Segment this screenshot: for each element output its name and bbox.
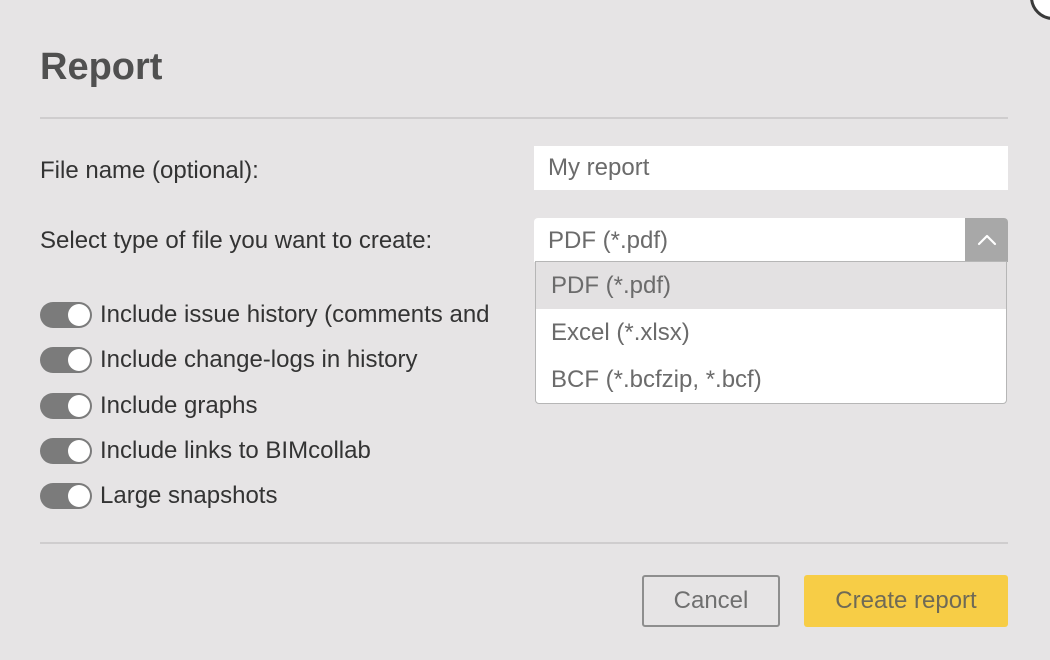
change-logs-toggle[interactable] [40,347,92,373]
toggle-row-large-snapshots: Large snapshots [40,482,277,510]
graphs-toggle[interactable] [40,393,92,419]
file-type-dropdown-list: PDF (*.pdf) Excel (*.xlsx) BCF (*.bcfzip… [535,261,1007,404]
close-button[interactable] [1030,0,1050,20]
issue-history-toggle[interactable] [40,302,92,328]
file-type-select[interactable]: PDF (*.pdf) [534,218,1008,262]
toggle-knob [68,440,90,462]
change-logs-label: Include change-logs in history [100,346,418,373]
file-name-label: File name (optional): [40,157,259,184]
toggle-row-bimcollab-links: Include links to BIMcollab [40,437,371,465]
bimcollab-links-toggle[interactable] [40,438,92,464]
toggle-knob [68,304,90,326]
dialog-title: Report [40,46,163,88]
create-report-button[interactable]: Create report [804,575,1008,627]
footer-divider [40,542,1008,544]
file-type-option-pdf[interactable]: PDF (*.pdf) [536,262,1006,309]
toggle-knob [68,485,90,507]
file-type-option-bcf[interactable]: BCF (*.bcfzip, *.bcf) [536,356,1006,403]
file-type-option-excel[interactable]: Excel (*.xlsx) [536,309,1006,356]
large-snapshots-toggle[interactable] [40,483,92,509]
chevron-up-icon [977,234,996,246]
toggle-row-graphs: Include graphs [40,392,257,420]
large-snapshots-label: Large snapshots [100,482,278,509]
dropdown-toggle-button[interactable] [965,218,1008,262]
file-type-selected-value: PDF (*.pdf) [548,227,669,254]
toggle-knob [68,395,90,417]
toggle-knob [68,349,90,371]
toggle-row-change-logs: Include change-logs in history [40,346,418,374]
header-divider [40,117,1008,119]
toggle-row-issue-history: Include issue history (comments and [40,301,490,329]
graphs-label: Include graphs [100,392,258,419]
issue-history-label: Include issue history (comments and [100,301,490,328]
file-name-input[interactable] [534,146,1008,190]
bimcollab-links-label: Include links to BIMcollab [100,437,371,464]
cancel-button[interactable]: Cancel [642,575,780,627]
file-type-label: Select type of file you want to create: [40,227,433,254]
